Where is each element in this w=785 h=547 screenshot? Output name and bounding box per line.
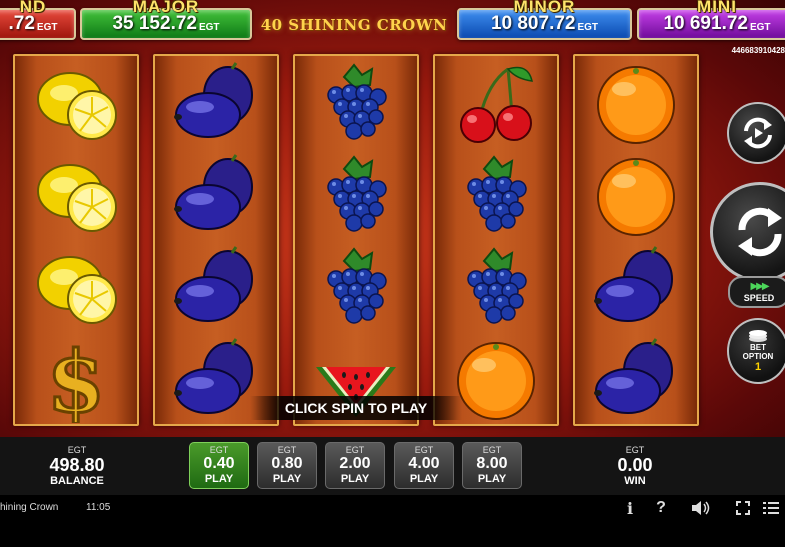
bet-value: 4.00 — [408, 455, 440, 472]
jackpot-major: MAJOR 35 152.72 EGT — [80, 0, 252, 40]
jackpot-grand: ND .72 EGT — [0, 0, 76, 40]
info-icon[interactable]: i — [624, 499, 636, 518]
speed-label: SPEED — [743, 292, 775, 303]
bet-button-1[interactable]: EGT 0.40 PLAY — [189, 442, 249, 489]
plum-symbol — [575, 334, 697, 424]
bet-value: 2.00 — [339, 455, 371, 472]
orange-symbol — [575, 150, 697, 242]
game-name-label: hining Crown — [0, 502, 59, 513]
win-label: WIN — [624, 475, 646, 487]
bet-value: 0.80 — [271, 455, 303, 472]
grapes-symbol — [435, 150, 557, 242]
chips-icon — [749, 330, 767, 342]
balance-value: 498.80 — [49, 455, 105, 475]
bottom-panel: EGT 498.80 BALANCE EGT 0.40 PLAY EGT 0.8… — [0, 437, 785, 495]
bet-currency: EGT — [482, 445, 502, 455]
bet-button-2[interactable]: EGT 0.80 PLAY — [257, 442, 317, 489]
game-stage: ND .72 EGT MAJOR 35 152.72 EGT 40 SHININ… — [0, 0, 785, 437]
balance-display: EGT 498.80 BALANCE — [40, 445, 114, 487]
bottom-spacer — [0, 521, 785, 547]
bet-value: 8.00 — [476, 455, 508, 472]
jackpot-grand-title: ND — [19, 0, 47, 16]
win-display: EGT 0.00 WIN — [605, 445, 665, 487]
help-icon[interactable]: ? — [654, 499, 668, 517]
bet-option-label-1: BET — [750, 343, 766, 352]
click-spin-prompt: CLICK SPIN TO PLAY — [250, 396, 462, 420]
autoplay-icon — [744, 117, 772, 149]
grapes-symbol — [295, 58, 417, 150]
bet-currency: EGT — [345, 445, 365, 455]
jackpot-major-title: MAJOR — [132, 0, 200, 16]
dollar-symbol: $ — [15, 334, 137, 424]
grapes-symbol — [295, 242, 417, 334]
reel-5 — [573, 54, 699, 426]
reel-1: $ — [13, 54, 139, 426]
bet-button-5[interactable]: EGT 8.00 PLAY — [462, 442, 522, 489]
bet-label: PLAY — [409, 473, 439, 485]
balance-currency: EGT — [67, 445, 87, 455]
bet-label: PLAY — [204, 473, 234, 485]
autoplay-button[interactable] — [727, 102, 785, 164]
jackpot-major-unit: EGT — [198, 21, 220, 33]
reel-3 — [293, 54, 419, 426]
lemon-symbol — [15, 242, 137, 334]
plum-symbol — [575, 242, 697, 334]
bet-currency: EGT — [209, 445, 229, 455]
lemon-symbol — [15, 150, 137, 242]
balance-label: BALANCE — [50, 475, 104, 487]
spin-icon — [738, 207, 782, 257]
spin-button[interactable] — [710, 182, 785, 282]
reel-4 — [433, 54, 559, 426]
jackpot-mini-title: MINI — [697, 0, 737, 16]
bet-currency: EGT — [414, 445, 434, 455]
jackpot-minor-title: MINOR — [513, 0, 576, 16]
bet-option-value: 1 — [754, 361, 762, 373]
grapes-symbol — [295, 150, 417, 242]
plum-symbol — [155, 58, 277, 150]
bet-label: PLAY — [477, 473, 507, 485]
bet-button-3[interactable]: EGT 2.00 PLAY — [325, 442, 385, 489]
grapes-symbol — [435, 242, 557, 334]
bet-option-label-2: OPTION — [742, 352, 774, 361]
sound-icon[interactable] — [690, 499, 712, 517]
orange-symbol — [575, 58, 697, 150]
svg-text:$: $ — [47, 337, 105, 423]
win-currency: EGT — [625, 445, 645, 455]
bet-option-button[interactable]: BET OPTION 1 — [727, 318, 785, 384]
speed-arrows-icon: ▶▶▶ — [750, 280, 769, 292]
bet-label: PLAY — [340, 473, 370, 485]
menu-icon[interactable] — [762, 499, 780, 517]
bet-label: PLAY — [272, 473, 302, 485]
jackpot-mini-unit: EGT — [749, 21, 771, 33]
plum-symbol — [155, 150, 277, 242]
bet-value: 0.40 — [203, 455, 235, 472]
clock: 11:05 — [86, 502, 111, 513]
jackpot-minor-unit: EGT — [577, 21, 599, 33]
jackpot-minor: MINOR 10 807.72 EGT — [457, 0, 632, 40]
jackpot-mini: MINI 10 691.72 EGT — [637, 0, 785, 40]
bet-currency: EGT — [277, 445, 297, 455]
session-id: 446683910428 — [731, 46, 785, 55]
fullscreen-icon[interactable] — [735, 499, 751, 517]
plum-symbol — [155, 242, 277, 334]
lemon-symbol — [15, 58, 137, 150]
reel-2 — [153, 54, 279, 426]
system-bar: hining Crown 11:05 i ? — [0, 495, 785, 521]
game-logo: 40 SHINING CROWN — [260, 16, 448, 34]
win-value: 0.00 — [617, 455, 653, 475]
speed-button[interactable]: ▶▶▶ SPEED — [728, 276, 785, 308]
jackpot-grand-unit: EGT — [36, 21, 58, 33]
cherries-symbol — [435, 58, 557, 150]
bet-button-4[interactable]: EGT 4.00 PLAY — [394, 442, 454, 489]
